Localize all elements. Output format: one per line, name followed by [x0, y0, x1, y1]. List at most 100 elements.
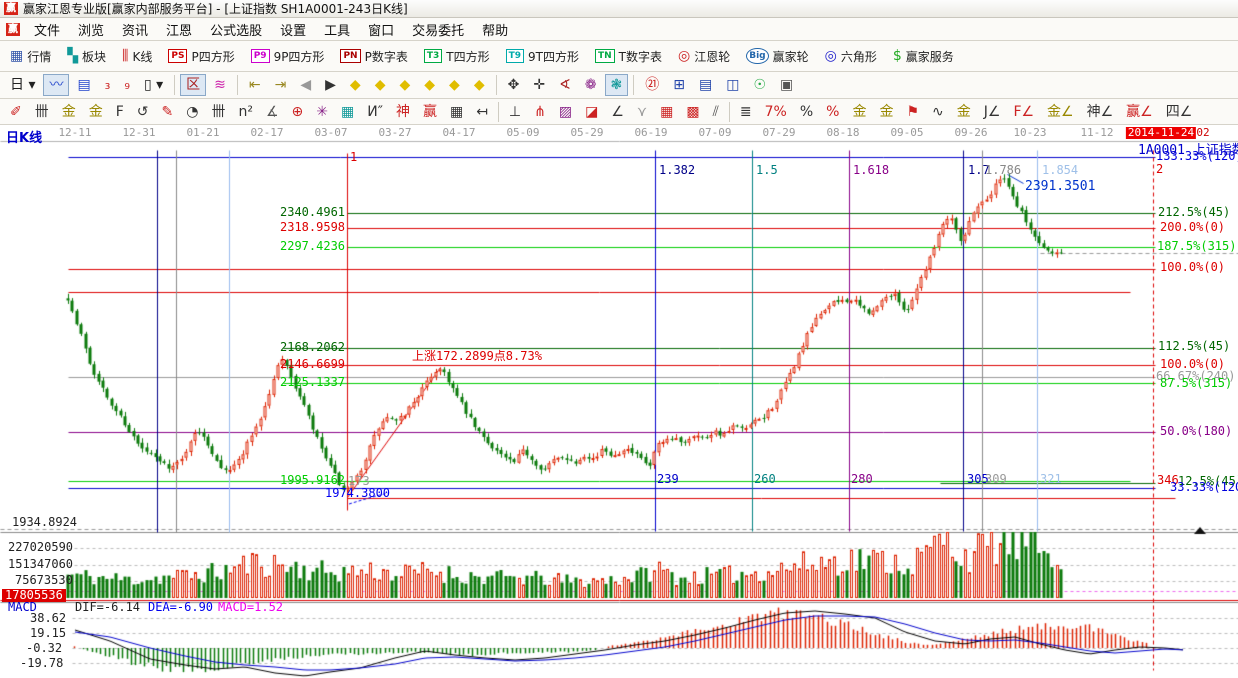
tick-ruler-icon[interactable]: 卌	[205, 101, 231, 123]
period-day-icon[interactable]: 日 ▾	[4, 74, 41, 96]
red-grid-icon[interactable]: ▦	[654, 101, 679, 123]
gann-brush-icon[interactable]: ✐	[4, 101, 28, 123]
percent-red-icon[interactable]: %	[820, 101, 845, 123]
parallel-lines-icon[interactable]: ⫽	[707, 101, 725, 123]
shen-tool-icon[interactable]: 神	[390, 101, 416, 123]
quotes-button[interactable]: ▦行情	[4, 45, 57, 68]
four-angle-icon[interactable]: 四∠	[1160, 101, 1199, 123]
diamond-split-icon[interactable]: ◆	[393, 74, 416, 96]
diamond-shrink-icon[interactable]: ◆	[468, 74, 491, 96]
kline-button[interactable]: ⫼K线	[116, 45, 158, 68]
grid-net-icon[interactable]: ▦	[335, 101, 360, 123]
grid-123-icon: ▦	[450, 104, 463, 120]
memo-icon[interactable]: ▤	[693, 74, 718, 96]
menu-item-3[interactable]: 江恩	[158, 18, 200, 41]
world-time-icon[interactable]: ☉	[747, 74, 772, 96]
diamond-merge-icon[interactable]: ◆	[418, 74, 441, 96]
menu-item-4[interactable]: 公式选股	[202, 18, 270, 41]
gold-levels-icon[interactable]: 金	[873, 101, 899, 123]
mirror-angle-icon[interactable]: ∡	[260, 101, 285, 123]
calendar-icon[interactable]: ㉑	[639, 74, 665, 96]
menu-item-5[interactable]: 设置	[272, 18, 314, 41]
pause-marks-icon[interactable]: И″	[361, 101, 389, 123]
winner-wheel-button[interactable]: Big赢家轮	[740, 45, 814, 68]
grid-123-icon[interactable]: ▦	[444, 101, 469, 123]
menu-item-6[interactable]: 工具	[316, 18, 358, 41]
sectors-button[interactable]: ▚板块	[61, 45, 112, 68]
next-page-icon[interactable]: ▶	[319, 74, 342, 96]
hv-ruler-icon[interactable]: ⊥	[503, 101, 527, 123]
9t-square-button[interactable]: T99T四方形	[500, 45, 585, 68]
ex-rights-icon[interactable]: 区	[180, 74, 206, 96]
diamond-expand-icon[interactable]: ◆	[443, 74, 466, 96]
n-square-icon[interactable]: n²	[232, 101, 259, 123]
hist-scale-icon[interactable]: ≣	[734, 101, 758, 123]
menu-item-9[interactable]: 帮助	[474, 18, 516, 41]
gold-wave-icon[interactable]: 金	[951, 101, 977, 123]
gold-ruler-2-icon[interactable]: 金	[83, 101, 109, 123]
gold-ruler-1-icon[interactable]: 金	[56, 101, 82, 123]
gann-wheel-button[interactable]: ◎江恩轮	[672, 45, 736, 68]
p-square-button[interactable]: PSP四方形	[162, 45, 240, 68]
t-number-table-button[interactable]: TNT数字表	[589, 45, 668, 68]
wave-tool-icon[interactable]: ∿	[926, 101, 950, 123]
angle-tool-icon[interactable]: ∢	[553, 74, 577, 96]
percent-icon[interactable]: %	[794, 101, 819, 123]
print-icon[interactable]: ▣	[774, 74, 799, 96]
info-panel-icon[interactable]: ▤	[71, 74, 96, 96]
f-angle-icon[interactable]: F∠	[1007, 101, 1040, 123]
kline-chart-canvas[interactable]	[0, 125, 1238, 678]
ma-9-icon[interactable]: ₉	[118, 74, 136, 96]
first-page-icon[interactable]: ⇤	[243, 74, 267, 96]
menu-item-7[interactable]: 窗口	[360, 18, 402, 41]
flag-measure-icon[interactable]: ⚑	[900, 101, 925, 123]
diamond-prev-icon[interactable]: ◆	[344, 74, 367, 96]
draw-tool-icon[interactable]: ❁	[579, 74, 603, 96]
sectors-label: 板块	[82, 48, 106, 65]
ying-angle-icon[interactable]: 赢∠	[1120, 101, 1159, 123]
menu-item-0[interactable]: 文件	[26, 18, 68, 41]
gold-circle-icon[interactable]: 金	[846, 101, 872, 123]
candle-style-icon[interactable]: ▯ ▾	[138, 74, 169, 96]
star-rays-icon[interactable]: ✳	[310, 101, 334, 123]
p-number-table-label: P数字表	[365, 48, 408, 65]
pattern-tool-icon[interactable]: ❃	[605, 74, 629, 96]
zoom-area-icon[interactable]: 〰	[43, 74, 69, 96]
box-fan-2-icon[interactable]: ◪	[579, 101, 604, 123]
prev-page-icon[interactable]: ◀	[294, 74, 317, 96]
calculator-icon[interactable]: ⊞	[667, 74, 691, 96]
hexagon-button[interactable]: ◎六角形	[819, 45, 883, 68]
cycle-clock-icon[interactable]: ◔	[180, 101, 204, 123]
ma-3-icon[interactable]: ₃	[99, 74, 117, 96]
save-icon[interactable]: ◫	[720, 74, 745, 96]
crosshair-icon[interactable]: ✛	[527, 74, 551, 96]
ying-tool-icon[interactable]: 赢	[417, 101, 443, 123]
volume-profile-icon[interactable]: ≋	[208, 74, 232, 96]
shen-angle-icon[interactable]: 神∠	[1081, 101, 1120, 123]
draw-toolbar: ✐卌金金F↺✎◔卌n²∡⊕✳▦И″神赢▦↤⊥⋔▨◪∠⋎▦▩⫽≣7%%%金金⚑∿金…	[0, 99, 1238, 125]
span-arrow-icon[interactable]: ↤	[470, 101, 494, 123]
target-cross-icon[interactable]: ⊕	[286, 101, 310, 123]
9p-square-button[interactable]: P99P四方形	[245, 45, 331, 68]
spiral-icon[interactable]: ↺	[131, 101, 155, 123]
menu-item-2[interactable]: 资讯	[114, 18, 156, 41]
j-angle-icon[interactable]: J∠	[978, 101, 1007, 123]
f-ruler-icon[interactable]: F	[110, 101, 130, 123]
t-square-button[interactable]: T3T四方形	[418, 45, 496, 68]
pan-hand-icon[interactable]: ✥	[502, 74, 526, 96]
menu-item-8[interactable]: 交易委托	[404, 18, 472, 41]
red-grid-2-icon[interactable]: ▩	[680, 101, 705, 123]
box-fan-icon[interactable]: ▨	[553, 101, 578, 123]
trend-angle-icon[interactable]: ∠	[605, 101, 630, 123]
brush-measure-icon[interactable]: ✎	[156, 101, 180, 123]
vee-lines-icon[interactable]: ⋎	[631, 101, 653, 123]
menu-item-1[interactable]: 浏览	[70, 18, 112, 41]
fan-lines-icon[interactable]: ⋔	[528, 101, 552, 123]
p-number-table-button[interactable]: PNP数字表	[334, 45, 413, 68]
last-page-icon[interactable]: ⇥	[269, 74, 293, 96]
time-ruler-icon[interactable]: 卌	[29, 101, 55, 123]
winner-service-button[interactable]: $赢家服务	[887, 45, 960, 68]
gold-angle-icon[interactable]: 金∠	[1041, 101, 1080, 123]
diamond-next-icon[interactable]: ◆	[369, 74, 392, 96]
pct-tool-icon[interactable]: 7%	[759, 101, 793, 123]
